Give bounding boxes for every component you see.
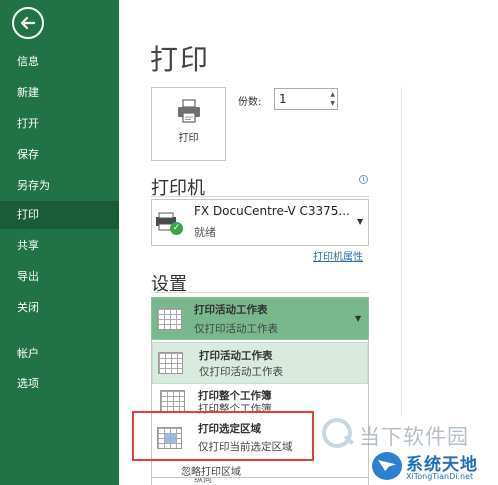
selected-option-title: 打印活动工作表 — [194, 304, 268, 316]
watermark-site1: 当下软件园 — [322, 418, 498, 452]
copies-value: 1 — [279, 92, 287, 106]
nav-item-save[interactable]: 保存 — [0, 141, 119, 169]
section-divider — [151, 292, 369, 293]
ignore-print-area-option[interactable]: 忽略打印区域 — [181, 463, 241, 478]
nav-item-export[interactable]: 导出 — [0, 263, 119, 291]
nav-item-share[interactable]: 共享 — [0, 232, 119, 260]
nav-item-print[interactable]: 打印 — [0, 201, 119, 229]
nav-item-account[interactable]: 帐户 — [0, 340, 119, 368]
nav-item-new[interactable]: 新建 — [0, 79, 119, 107]
print-scope-dropdown[interactable]: 打印活动工作表 仅打印活动工作表 ▼ — [151, 297, 369, 340]
printer-name: FX DocuCentre-V C3375... — [194, 204, 350, 218]
chevron-down-icon: ▼ — [357, 217, 364, 226]
nav-item-save-as[interactable]: 另存为 — [0, 172, 119, 200]
print-button[interactable]: 打印 — [151, 87, 226, 161]
bird-logo-icon — [372, 452, 402, 480]
highlight-annotation — [132, 411, 314, 461]
info-icon[interactable]: i — [359, 175, 368, 184]
watermark-site2: 系统天地 XiTongTianDi.net — [372, 448, 498, 485]
sheet-icon — [158, 352, 183, 374]
orientation-dropdown[interactable]: 纵向 — [151, 477, 369, 485]
selected-option-subtitle: 仅打印活动工作表 — [194, 323, 278, 335]
copies-label: 份数: — [238, 97, 262, 108]
watermark-site1-text: 当下软件园 — [359, 425, 469, 449]
nav-item-info[interactable]: 信息 — [0, 48, 119, 76]
option-subtitle: 仅打印活动工作表 — [199, 366, 283, 378]
copies-stepper[interactable]: 1 ▲ ▼ — [274, 88, 338, 110]
orientation-value: 纵向 — [194, 477, 213, 485]
nav-item-options[interactable]: 选项 — [0, 370, 119, 398]
nav-item-close[interactable]: 关闭 — [0, 294, 119, 322]
spin-up-icon[interactable]: ▲ — [330, 91, 335, 98]
printer-status: 就绪 — [194, 226, 216, 239]
watermark-site2-url: XiTongTianDi.net — [406, 472, 474, 481]
spin-down-icon[interactable]: ▼ — [330, 100, 335, 107]
sheet-icon — [157, 308, 182, 330]
workbook-icon — [160, 390, 185, 412]
magnifier-logo-icon — [322, 418, 352, 448]
printer-dropdown[interactable]: ✓ FX DocuCentre-V C3375... 就绪 ▼ — [151, 199, 369, 246]
printer-icon — [178, 99, 200, 123]
option-title: 打印活动工作表 — [199, 350, 273, 362]
backstage-nav: 信息 新建 打开 保存 另存为 打印 共享 导出 关闭 帐户 选项 — [0, 0, 119, 485]
option-print-active-sheet[interactable]: 打印活动工作表 仅打印活动工作表 — [152, 342, 368, 384]
nav-item-open[interactable]: 打开 — [0, 110, 119, 138]
ready-check-icon: ✓ — [170, 222, 183, 235]
back-arrow-icon[interactable] — [12, 7, 44, 39]
chevron-down-icon: ▼ — [355, 314, 362, 323]
page-title: 打印 — [150, 43, 211, 76]
printer-properties-link[interactable]: 打印机属性 — [313, 248, 363, 263]
preview-divider — [401, 87, 402, 417]
print-button-label: 打印 — [178, 133, 199, 144]
section-divider — [151, 196, 369, 197]
